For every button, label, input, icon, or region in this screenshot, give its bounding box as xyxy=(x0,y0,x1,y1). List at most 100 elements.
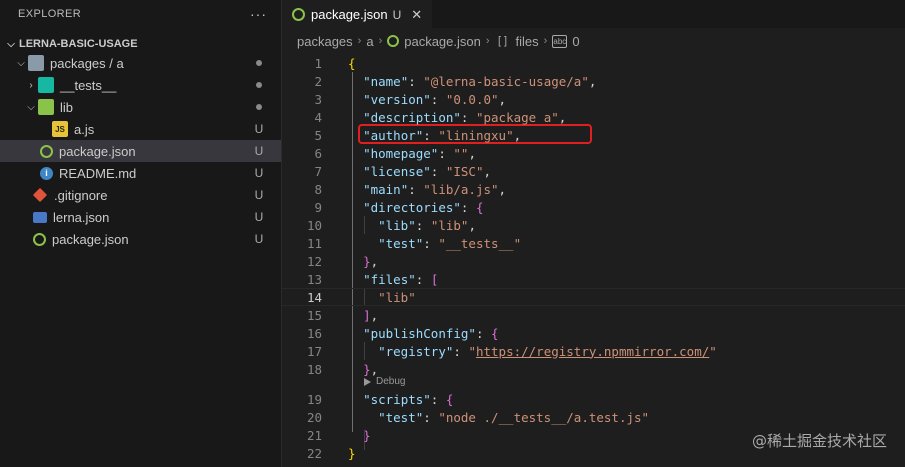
tab-package-json[interactable]: package.json U ✕ xyxy=(282,0,433,28)
line-number: 11 xyxy=(306,235,322,251)
tab-status-badge: U xyxy=(392,7,402,22)
tree-item-readme[interactable]: i README.md U xyxy=(0,162,281,184)
breadcrumb-item[interactable]: files xyxy=(516,34,539,49)
code-token: "ISC" xyxy=(445,163,484,179)
line-number: 7 xyxy=(314,163,322,179)
tree-item-a-js[interactable]: JS a.js U xyxy=(0,118,281,140)
tree-item-label: .gitignore xyxy=(54,187,108,203)
code-line[interactable]: 15 ], xyxy=(282,306,905,324)
tree-item-package-json-a[interactable]: package.json U xyxy=(0,140,281,162)
line-content: "name": "@lerna-basic-usage/a", xyxy=(348,74,596,89)
code-line[interactable]: 5 "author": "liningxu", xyxy=(282,126,905,144)
code-line[interactable]: 13 "files": [ xyxy=(282,270,905,288)
code-line[interactable]: 12 }, xyxy=(282,252,905,270)
code-line[interactable]: 18 }, xyxy=(282,360,905,378)
code-token: : xyxy=(453,343,469,359)
code-token: "liningxu" xyxy=(438,127,514,143)
code-line[interactable]: 8 "main": "lib/a.js", xyxy=(282,180,905,198)
tree-item-label: packages / a xyxy=(50,55,124,71)
line-number: 4 xyxy=(314,109,322,125)
code-token: { xyxy=(491,325,499,341)
javascript-file-icon: JS xyxy=(52,121,68,137)
tree-item-label: README.md xyxy=(59,165,137,181)
explorer-title: EXPLORER xyxy=(18,8,82,20)
line-content: "author": "liningxu", xyxy=(348,128,521,143)
line-number: 19 xyxy=(306,391,322,407)
tree-item-package-json-root[interactable]: package.json U xyxy=(0,228,281,250)
tests-folder-icon xyxy=(38,77,54,93)
breadcrumb-item[interactable]: a xyxy=(366,34,373,49)
code-token: : xyxy=(460,199,476,215)
tree-item-label: package.json xyxy=(59,143,136,159)
lib-folder-icon xyxy=(38,99,54,115)
tree-item-gitignore[interactable]: .gitignore U xyxy=(0,184,281,206)
code-line[interactable]: 16 "publishConfig": { xyxy=(282,324,905,342)
code-token: , xyxy=(483,163,492,179)
chevron-right-icon: › xyxy=(485,35,490,47)
code-line[interactable]: 2 "name": "@lerna-basic-usage/a", xyxy=(282,72,905,90)
code-token: { xyxy=(445,391,454,407)
breadcrumb-item[interactable]: packages xyxy=(297,34,353,49)
code-line[interactable]: 9 "directories": { xyxy=(282,198,905,216)
tree-item-label: lerna.json xyxy=(53,209,110,225)
chevron-down-icon: ⌵ xyxy=(7,38,15,50)
modified-dot-icon xyxy=(256,60,262,66)
code-token: : xyxy=(430,91,446,107)
code-line[interactable]: 6 "homepage": "", xyxy=(282,144,905,162)
line-content: "publishConfig": { xyxy=(348,325,499,341)
code-token: https://registry.npmmirror.com/ xyxy=(475,343,710,359)
code-token: : xyxy=(423,127,439,143)
tree-item-packages-a[interactable]: ⌵ packages / a xyxy=(0,52,281,74)
code-token: } xyxy=(363,427,371,443)
json-file-icon xyxy=(292,8,305,21)
code-line[interactable]: 20 "test": "node ./__tests__/a.test.js" xyxy=(282,408,905,426)
code-token: "author" xyxy=(363,127,424,143)
code-editor[interactable]: Debug 1{2 "name": "@lerna-basic-usage/a"… xyxy=(282,54,905,467)
close-icon[interactable]: ✕ xyxy=(411,7,422,23)
breadcrumb-item[interactable]: package.json xyxy=(404,34,481,49)
chevron-right-icon: › xyxy=(378,35,383,47)
folder-open-icon xyxy=(28,55,44,71)
code-line[interactable]: 11 "test": "__tests__" xyxy=(282,234,905,252)
code-line[interactable]: 3 "version": "0.0.0", xyxy=(282,90,905,108)
code-line[interactable]: 17 "registry": "https://registry.npmmirr… xyxy=(282,342,905,360)
code-token: } xyxy=(363,361,371,377)
code-line[interactable]: 7 "license": "ISC", xyxy=(282,162,905,180)
chevron-right-icon: › xyxy=(543,35,548,47)
line-content: "test": "__tests__" xyxy=(348,236,521,251)
chevron-right-icon: › xyxy=(357,35,362,47)
chevron-down-icon: ⌵ xyxy=(27,101,35,113)
code-line[interactable]: 14 "lib" xyxy=(282,288,905,306)
code-token: } xyxy=(348,445,356,461)
code-line[interactable]: 19 "scripts": { xyxy=(282,390,905,408)
code-line[interactable]: 1{ xyxy=(282,54,905,72)
tree-item-tests[interactable]: › __tests__ xyxy=(0,74,281,96)
breadcrumb-item[interactable]: 0 xyxy=(572,34,579,49)
code-token: : xyxy=(408,73,424,89)
code-token: , xyxy=(468,217,476,233)
code-token: "__tests__" xyxy=(438,235,522,251)
tree-item-lerna-json[interactable]: lerna.json U xyxy=(0,206,281,228)
code-token: "package a" xyxy=(475,109,559,125)
code-line[interactable]: 4 "description": "package a", xyxy=(282,108,905,126)
tree-item-label: lib xyxy=(60,99,74,115)
code-line[interactable]: 10 "lib": "lib", xyxy=(282,216,905,234)
line-content: { xyxy=(348,56,356,71)
modified-dot-icon xyxy=(256,104,262,110)
more-actions-icon[interactable]: ··· xyxy=(250,6,267,22)
line-content: "license": "ISC", xyxy=(348,164,491,179)
line-number: 17 xyxy=(306,343,322,359)
code-token: " xyxy=(709,343,717,359)
code-token: : xyxy=(415,217,431,233)
tree-item-lib[interactable]: ⌵ lib xyxy=(0,96,281,118)
code-token: : xyxy=(423,235,439,251)
